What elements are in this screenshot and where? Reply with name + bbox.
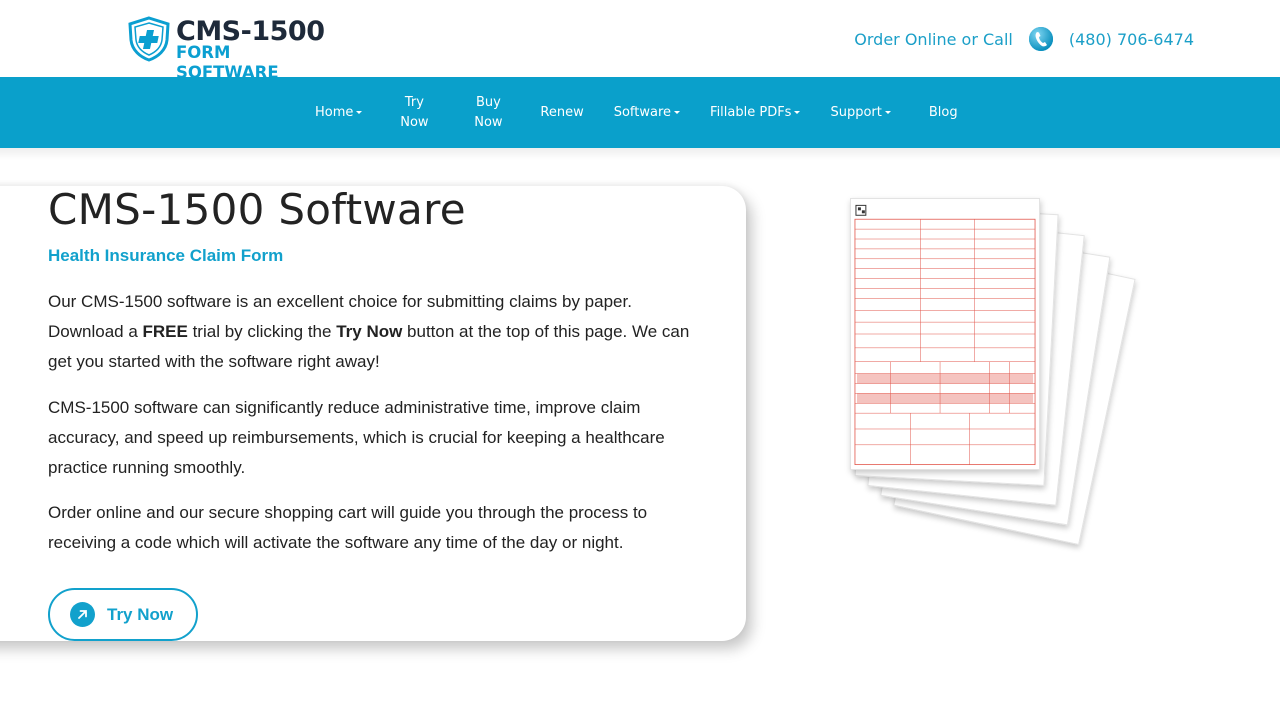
arrow-up-right-icon <box>70 602 95 627</box>
site-logo[interactable]: CMS-1500 FORM SOFTWARE <box>127 16 337 82</box>
nav-item-renew[interactable]: Renew <box>525 103 598 123</box>
nav-item-buy-now[interactable]: Buy Now <box>451 93 525 133</box>
site-header: CMS-1500 FORM SOFTWARE Order Online or C… <box>0 0 1280 82</box>
nav-menu: Home Try Now Buy Now Renew Software Fill… <box>300 77 973 148</box>
nav-label: Buy Now <box>474 94 503 130</box>
nav-item-support[interactable]: Support <box>815 103 905 123</box>
benefits-paragraph: CMS-1500 software can significantly redu… <box>48 398 665 477</box>
form-sheet-front <box>850 198 1040 470</box>
nav-label: Try Now <box>400 94 429 130</box>
form-lines <box>854 204 1036 466</box>
main-navbar: Home Try Now Buy Now Renew Software Fill… <box>0 77 1280 148</box>
nav-label: Fillable PDFs <box>710 104 792 120</box>
contact-text: Order Online or Call <box>854 29 1013 49</box>
nav-label: Software <box>613 104 672 120</box>
phone-icon <box>1028 27 1053 51</box>
header-contact: Order Online or Call (480) 706-6474 <box>854 26 1194 52</box>
caret-down-icon <box>884 110 891 114</box>
nav-label: Renew <box>540 104 584 120</box>
nav-item-try-now[interactable]: Try Now <box>377 93 451 133</box>
text-run: trial by clicking the <box>187 322 337 341</box>
navbar-shadow <box>0 148 1280 160</box>
free-emphasis: FREE <box>142 322 188 341</box>
nav-item-software[interactable]: Software <box>599 103 695 123</box>
nav-label: Support <box>830 104 882 120</box>
shield-cross-icon <box>128 16 170 62</box>
nav-label: Home <box>315 104 354 120</box>
page-subtitle: Health Insurance Claim Form <box>48 246 284 265</box>
caret-down-icon <box>674 110 681 114</box>
nav-item-blog[interactable]: Blog <box>906 103 973 123</box>
nav-item-fillable-pdfs[interactable]: Fillable PDFs <box>695 103 815 123</box>
intro-paragraph: Our CMS-1500 software is an excellent ch… <box>48 287 698 377</box>
nav-item-home[interactable]: Home <box>300 103 377 123</box>
cms1500-forms-illustration <box>840 190 1150 546</box>
order-paragraph: Order online and our secure shopping car… <box>48 503 648 552</box>
try-now-emphasis: Try Now <box>336 322 403 341</box>
phone-number-link[interactable]: (480) 706-6474 <box>1069 30 1194 49</box>
caret-down-icon <box>794 110 801 114</box>
try-now-label: Try Now <box>107 604 174 624</box>
caret-down-icon <box>356 110 363 114</box>
try-now-button[interactable]: Try Now <box>48 588 198 641</box>
nav-label: Blog <box>928 104 958 120</box>
page-title: CMS-1500 Software <box>48 185 466 234</box>
